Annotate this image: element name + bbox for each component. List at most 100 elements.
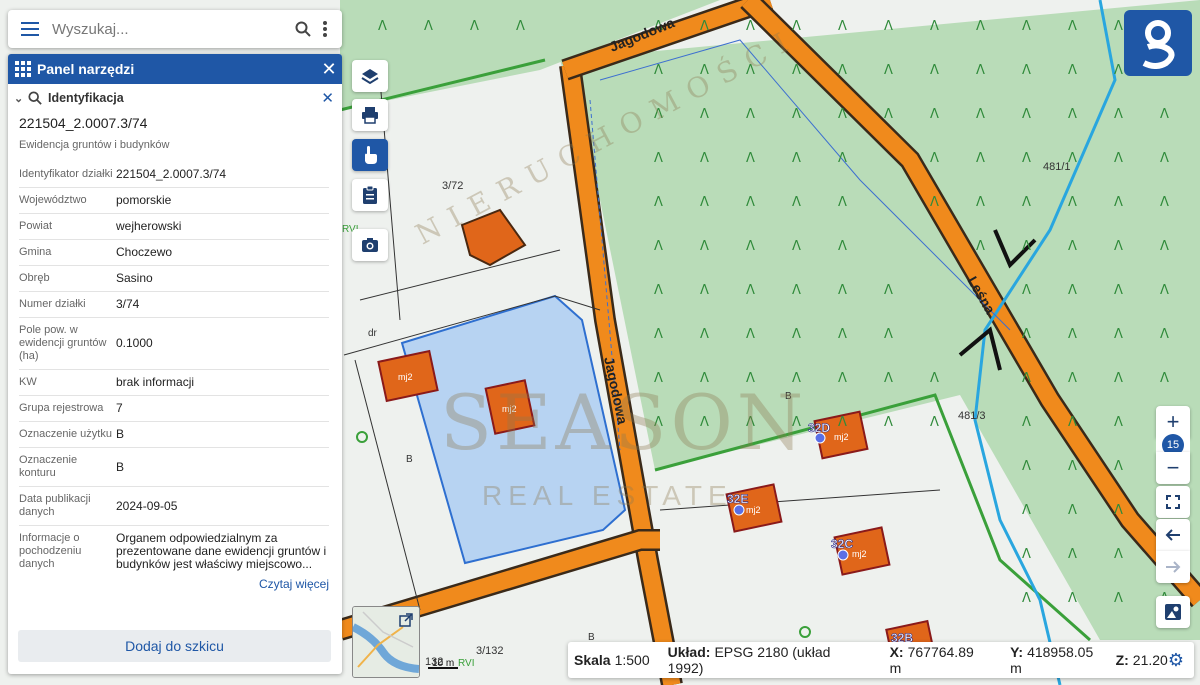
print-button[interactable]: [352, 99, 388, 131]
read-more-link[interactable]: Czytaj więcej: [8, 577, 342, 591]
table-row: Oznaczenie użytku B: [19, 422, 329, 448]
scale-label: Skala: [574, 652, 611, 668]
add-to-sketch-button[interactable]: Dodaj do szkicu: [18, 630, 331, 662]
row-value: Sasino: [116, 271, 153, 285]
basemap-button[interactable]: [1156, 596, 1190, 628]
forest-symbol: Λ: [1022, 371, 1031, 386]
chevron-down-icon[interactable]: ⌄: [14, 92, 26, 105]
forest-symbol: Λ: [884, 327, 893, 342]
forest-symbol: Λ: [700, 195, 709, 210]
row-key: Identyfikator działki: [19, 168, 113, 180]
tools-panel: Panel narzędzi ✕ ⌄ Identyfikacja ✕ 22150…: [8, 54, 342, 674]
use-label: B: [406, 454, 413, 465]
layers-button[interactable]: [352, 60, 388, 92]
close-icon[interactable]: ✕: [316, 59, 342, 80]
forest-symbol: Λ: [792, 195, 801, 210]
row-value: B: [116, 427, 125, 441]
geoportal-logo-icon[interactable]: [1124, 10, 1192, 76]
clipboard-icon: [363, 186, 377, 204]
back-button[interactable]: [1156, 519, 1190, 551]
forest-symbol: Λ: [1114, 19, 1123, 34]
layers-icon: [361, 69, 379, 85]
row-value: Choczewo: [116, 245, 173, 259]
fullscreen-icon: [1166, 495, 1180, 509]
fullscreen-button[interactable]: [1156, 486, 1190, 518]
row-value: B: [116, 459, 125, 474]
table-row: Identyfikator działki 221504_2.0007.3/74: [19, 162, 329, 188]
forest-symbol: Λ: [1160, 327, 1169, 342]
forest-symbol: Λ: [1068, 19, 1077, 34]
menu-icon[interactable]: [8, 10, 52, 48]
identify-section-header[interactable]: ⌄ Identyfikacja ✕: [8, 84, 342, 112]
row-key: Powiat: [19, 220, 53, 232]
row-value: 3/74: [116, 297, 140, 311]
forest-symbol: Λ: [930, 371, 939, 386]
row-key: Oznaczenie konturu: [19, 454, 78, 479]
search-bar: Wyszukaj...: [8, 10, 342, 48]
parcel-id: 221504_2.0007.3/74: [19, 115, 148, 131]
forest-symbol: Λ: [1160, 371, 1169, 386]
forest-symbol: Λ: [654, 63, 663, 78]
row-key: KW: [19, 376, 37, 388]
forward-button[interactable]: [1156, 551, 1190, 583]
use-label: dr: [368, 328, 378, 339]
attribute-table: Identyfikator działki 221504_2.0007.3/74 …: [8, 162, 342, 577]
camera-button[interactable]: [352, 229, 388, 261]
forest-symbol: Λ: [1022, 459, 1031, 474]
forest-symbol: Λ: [884, 107, 893, 122]
table-row: Numer działki 3/74: [19, 292, 329, 318]
forest-symbol: Λ: [746, 327, 755, 342]
search-icon[interactable]: [292, 10, 314, 48]
forest-symbol: Λ: [654, 239, 663, 254]
clipboard-button[interactable]: [352, 179, 388, 211]
settings-gear-icon[interactable]: ⚙: [1168, 650, 1184, 671]
forest-symbol: Λ: [930, 63, 939, 78]
forest-symbol: Λ: [1022, 283, 1031, 298]
external-link-icon[interactable]: [399, 613, 413, 632]
forest-symbol: Λ: [700, 107, 709, 122]
z-readout: Z: 21.20: [1116, 652, 1168, 668]
use-label: mj2: [852, 549, 867, 559]
crs-label: Układ:: [667, 644, 711, 660]
forest-symbol: Λ: [792, 151, 801, 166]
building-label: 32C: [831, 537, 853, 551]
forest-symbol: Λ: [1068, 459, 1077, 474]
forest-symbol: Λ: [746, 19, 755, 34]
forest-symbol: Λ: [1114, 239, 1123, 254]
identify-button[interactable]: [352, 139, 388, 171]
forest-symbol: Λ: [1114, 503, 1123, 518]
forest-symbol: Λ: [792, 327, 801, 342]
close-section-icon[interactable]: ✕: [321, 89, 334, 107]
panel-title: Panel narzędzi: [37, 61, 135, 77]
overview-minimap[interactable]: [352, 606, 420, 678]
forest-symbol: Λ: [1068, 195, 1077, 210]
forest-symbol: Λ: [930, 107, 939, 122]
use-label: RVI: [458, 658, 475, 669]
forest-symbol: Λ: [746, 239, 755, 254]
forest-symbol: Λ: [1114, 195, 1123, 210]
forest-symbol: Λ: [1160, 283, 1169, 298]
use-label: mj2: [746, 505, 761, 515]
forest-symbol: Λ: [792, 239, 801, 254]
zoom-out-button[interactable]: −: [1156, 452, 1190, 484]
row-key: Numer działki: [19, 298, 86, 310]
forest-symbol: Λ: [1114, 547, 1123, 562]
forest-symbol: Λ: [1068, 107, 1077, 122]
forest-symbol: Λ: [792, 107, 801, 122]
forest-symbol: Λ: [884, 63, 893, 78]
section-title: Identyfikacja: [48, 91, 124, 105]
search-input[interactable]: Wyszukaj...: [52, 21, 292, 38]
zoom-out-label: −: [1166, 455, 1180, 480]
forest-symbol: Λ: [1022, 503, 1031, 518]
watermark-main: SEASON: [440, 378, 808, 467]
row-value: 7: [116, 401, 123, 415]
parcel-label: 481/1: [1043, 161, 1071, 173]
forest-symbol: Λ: [1068, 503, 1077, 518]
parcel-label: 481/3: [958, 410, 986, 422]
watermark-sub: REAL ESTATE: [482, 480, 733, 511]
row-value: 221504_2.0007.3/74: [116, 167, 227, 181]
parcel-label: 3/132: [476, 645, 504, 657]
table-row: Gmina Choczewo: [19, 240, 329, 266]
row-key: Oznaczenie użytku: [19, 428, 112, 440]
more-vert-icon[interactable]: [314, 10, 336, 48]
